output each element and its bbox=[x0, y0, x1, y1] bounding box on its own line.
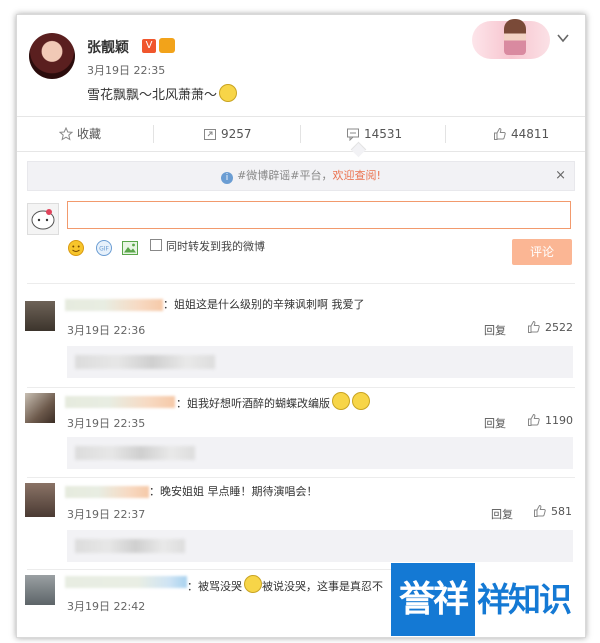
comment-like-count: 1190 bbox=[545, 414, 573, 427]
watermark-right: 祥知识 bbox=[477, 580, 572, 619]
comment-like-count: 581 bbox=[551, 505, 572, 518]
reply-button[interactable]: 回复 bbox=[491, 506, 513, 522]
commenter-avatar[interactable] bbox=[25, 483, 55, 517]
like-button[interactable]: 44811 bbox=[493, 117, 549, 151]
notice-link[interactable]: 欢迎查阅! bbox=[333, 169, 381, 182]
commenter-avatar[interactable] bbox=[25, 301, 55, 331]
comment-text-content-2: 被说没哭，这事是真忍不 bbox=[262, 580, 383, 593]
emoji-picker-icon[interactable] bbox=[67, 239, 85, 257]
crying-emoji-icon bbox=[244, 575, 262, 593]
comment-time: 3月19日 22:35 bbox=[67, 417, 146, 430]
forward-to-my-weibo[interactable]: 同时转发到我的微博 bbox=[150, 239, 265, 255]
commenter-name-blurred[interactable] bbox=[65, 299, 163, 311]
list-divider bbox=[27, 477, 575, 478]
thumbs-up-icon bbox=[494, 127, 506, 140]
smile-emoji-icon bbox=[219, 84, 238, 102]
image-upload-icon[interactable] bbox=[121, 239, 139, 257]
comment-input[interactable] bbox=[67, 201, 571, 229]
comment-text: ：姐我好想听酒醉的蝴蝶改编版 bbox=[176, 392, 370, 411]
action-divider bbox=[300, 125, 301, 143]
thumbs-up-icon bbox=[528, 320, 540, 333]
like-count: 44811 bbox=[511, 127, 550, 141]
comment-count: 14531 bbox=[364, 127, 403, 141]
sub-reply-blurred bbox=[75, 355, 215, 369]
repost-button[interactable]: 9257 bbox=[203, 117, 252, 151]
weibo-post-card: 张靓颖 V 3月19日 22:35 雪花飘飘～北风萧萧～ 收藏 9257 145… bbox=[16, 14, 586, 638]
comment-like-button[interactable]: 1190 bbox=[527, 413, 573, 427]
forward-checkbox[interactable] bbox=[150, 239, 162, 251]
post-time[interactable]: 3月19日 22:35 bbox=[87, 62, 165, 78]
comment-time: 3月19日 22:42 bbox=[67, 600, 146, 613]
comment-time: 3月19日 22:37 bbox=[67, 508, 146, 521]
favorite-label: 收藏 bbox=[77, 127, 102, 141]
forward-label: 同时转发到我的微博 bbox=[166, 240, 265, 253]
thumbs-up-icon bbox=[528, 413, 540, 426]
crying-emoji-icon bbox=[332, 392, 350, 410]
author-avatar[interactable] bbox=[29, 33, 75, 79]
close-icon[interactable]: × bbox=[555, 162, 566, 190]
commenter-avatar[interactable] bbox=[25, 393, 55, 423]
repost-icon bbox=[204, 129, 216, 140]
svg-text:GIF: GIF bbox=[99, 246, 109, 253]
list-divider bbox=[27, 387, 575, 388]
comment-icon bbox=[347, 128, 359, 142]
sub-reply-blurred bbox=[75, 446, 195, 460]
card-decoration-figure bbox=[504, 19, 526, 55]
commenter-name-blurred[interactable] bbox=[65, 486, 149, 498]
post-text-content: 雪花飘飘～北风萧萧～ bbox=[87, 88, 218, 103]
sub-reply-box bbox=[67, 437, 573, 469]
chevron-down-icon[interactable] bbox=[556, 31, 570, 45]
favorite-button[interactable]: 收藏 bbox=[58, 117, 102, 151]
watermark-left: 誉祥 bbox=[391, 563, 475, 636]
list-divider bbox=[27, 283, 575, 284]
rumor-notice-bar: i #微博辟谣#平台，欢迎查阅! × bbox=[27, 161, 575, 191]
commenter-name-blurred[interactable] bbox=[65, 576, 187, 588]
info-icon: i bbox=[221, 172, 234, 184]
reply-button[interactable]: 回复 bbox=[484, 415, 506, 431]
comment-time: 3月19日 22:36 bbox=[67, 324, 146, 337]
sub-reply-blurred bbox=[75, 539, 185, 553]
current-user-avatar bbox=[27, 203, 59, 235]
watermark-logo: 誉祥 祥知识 bbox=[391, 563, 584, 636]
gif-icon[interactable]: GIF bbox=[95, 239, 113, 257]
sub-reply-box bbox=[67, 530, 573, 562]
submit-comment-button[interactable]: 评论 bbox=[512, 239, 572, 265]
repost-count: 9257 bbox=[221, 127, 252, 141]
sub-reply-box bbox=[67, 346, 573, 378]
comment-like-button[interactable]: 2522 bbox=[527, 320, 573, 334]
comment-like-button[interactable]: 581 bbox=[533, 504, 572, 518]
comment-text: ：姐姐这是什么级别的辛辣讽刺啊 我爱了 bbox=[163, 298, 365, 311]
commenter-name-blurred[interactable] bbox=[65, 396, 175, 408]
notice-text: #微博辟谣#平台， bbox=[237, 169, 333, 182]
comment-text: ：晚安姐姐 早点睡！期待演唱会！ bbox=[149, 485, 318, 498]
comment-text: ：被骂没哭 被说没哭，这事是真忍不 bbox=[187, 575, 383, 594]
post-text: 雪花飘飘～北风萧萧～ bbox=[87, 84, 238, 103]
member-crown-icon bbox=[159, 38, 175, 53]
comment-text-content: ：被骂没哭 bbox=[187, 580, 242, 593]
verified-badge-icon: V bbox=[142, 39, 156, 53]
author-name[interactable]: 张靓颖 bbox=[87, 37, 129, 57]
thumbs-up-icon bbox=[534, 504, 546, 517]
action-divider bbox=[153, 125, 154, 143]
comment-like-count: 2522 bbox=[545, 321, 573, 334]
comment-text-content: ：姐我好想听酒醉的蝴蝶改编版 bbox=[176, 397, 330, 410]
star-icon bbox=[58, 126, 74, 141]
commenter-avatar[interactable] bbox=[25, 575, 55, 605]
action-bar: 收藏 9257 14531 44811 bbox=[17, 116, 585, 152]
crying-emoji-icon bbox=[352, 392, 370, 410]
reply-button[interactable]: 回复 bbox=[484, 322, 506, 338]
action-divider bbox=[445, 125, 446, 143]
